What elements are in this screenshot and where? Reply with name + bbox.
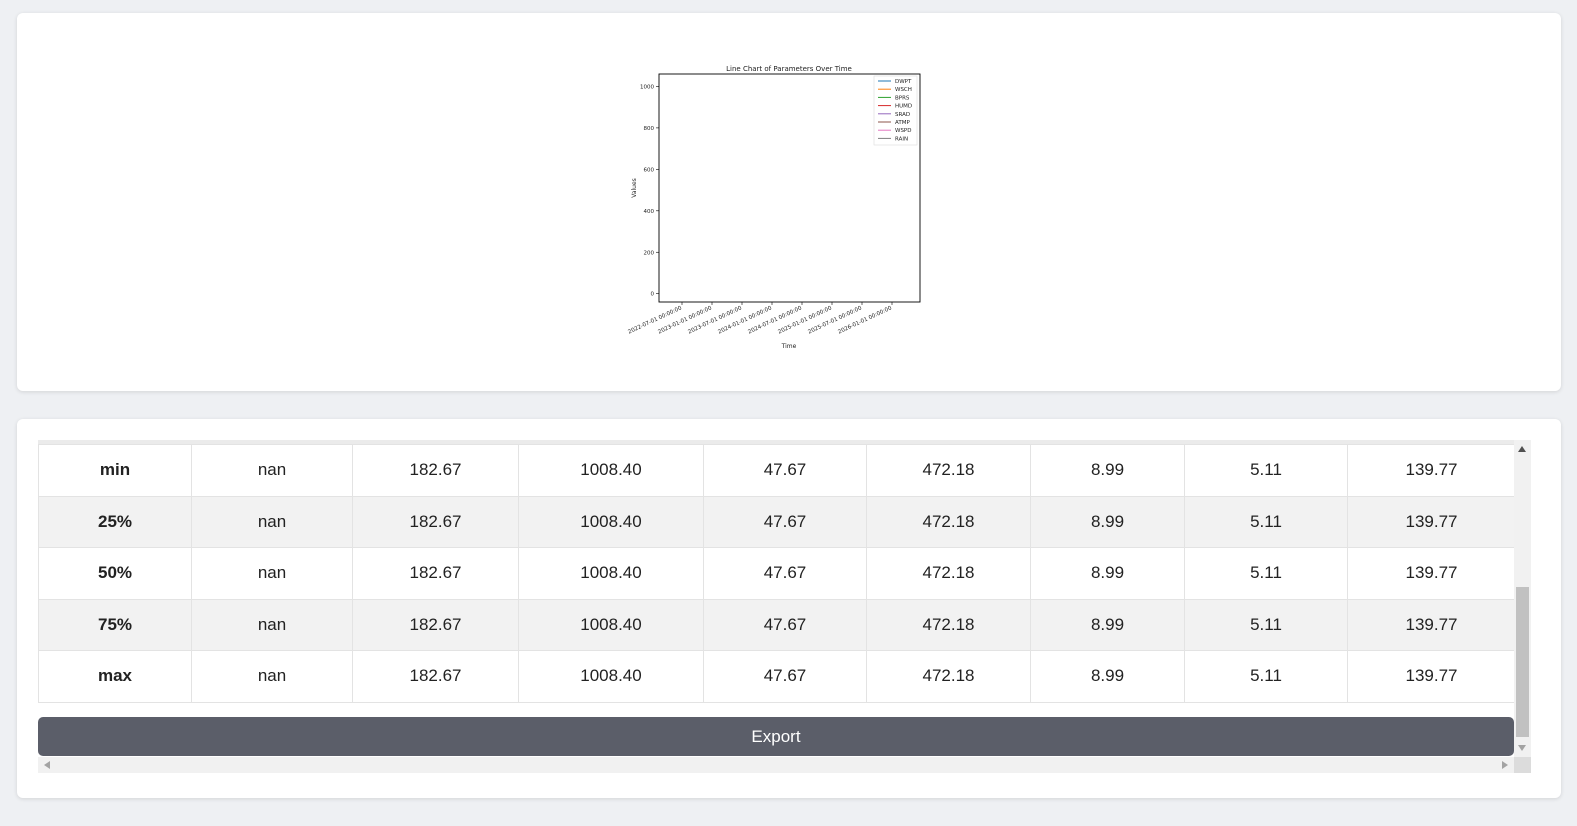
chart-title: Line Chart of Parameters Over Time [726, 65, 852, 73]
table-cell: 472.18 [866, 547, 1031, 600]
table-cell: 182.67 [352, 598, 519, 651]
vertical-scroll-thumb[interactable] [1516, 587, 1529, 737]
y-axis-label: Values [631, 178, 638, 198]
table-cell: 139.77 [1347, 650, 1515, 703]
table-row: 75% nan 182.67 1008.40 47.67 472.18 8.99 5.11 13… [38, 598, 1515, 651]
x-axis-label: Time [781, 343, 797, 350]
table-cell: 47.67 [703, 650, 867, 703]
scrollbar-corner [1514, 757, 1531, 773]
y-tick-label: 600 [644, 167, 655, 173]
row-label: 50% [38, 547, 192, 600]
chart-legend: DWPT WSCH BPRS HUMD SRAD ATMP WSPD RAIN [873, 75, 918, 146]
x-tick-label: 2023-01-01 00:00:00 [657, 305, 713, 335]
table-cell: 8.99 [1030, 444, 1185, 497]
table-cell: 1008.40 [518, 444, 704, 497]
table-cell: 182.67 [352, 650, 519, 703]
legend-label: BPRS [895, 95, 910, 101]
table-cell: 472.18 [866, 444, 1031, 497]
row-label: max [38, 650, 192, 703]
statistics-card: min nan 182.67 1008.40 47.67 472.18 8.99 5.11 13… [17, 419, 1561, 798]
horizontal-scrollbar[interactable] [38, 757, 1514, 773]
x-tick-label: 2026-01-01 00:00:00 [837, 305, 893, 335]
x-tick-label: 2025-01-01 00:00:00 [777, 305, 833, 335]
x-tick-label: 2022-07-01 00:00:00 [627, 305, 683, 335]
table-cell: 1008.40 [518, 650, 704, 703]
x-tick-label: 2024-01-01 00:00:00 [717, 305, 773, 335]
table-row: min nan 182.67 1008.40 47.67 472.18 8.99 5.11 13… [38, 444, 1515, 497]
x-tick-label: 2023-07-01 00:00:00 [687, 305, 743, 335]
statistics-table: min nan 182.67 1008.40 47.67 472.18 8.99 5.11 13… [38, 444, 1515, 703]
table-cell: 8.99 [1030, 547, 1185, 600]
table-cell: 47.67 [703, 444, 867, 497]
legend-label: SRAD [895, 112, 910, 118]
table-cell: 47.67 [703, 547, 867, 600]
table-cell: 47.67 [703, 495, 867, 548]
table-cell: 1008.40 [518, 547, 704, 600]
table-cell: nan [191, 444, 353, 497]
y-tick-label: 1000 [640, 84, 654, 90]
table-row: max nan 182.67 1008.40 47.67 472.18 8.99 5.11 13… [38, 650, 1515, 703]
table-cell: nan [191, 650, 353, 703]
table-cell: 182.67 [352, 547, 519, 600]
table-row: 25% nan 182.67 1008.40 47.67 472.18 8.99 5.11 13… [38, 495, 1515, 548]
legend-label: WSCH [895, 87, 912, 93]
table-cell: 5.11 [1184, 495, 1348, 548]
scroll-down-arrow-icon[interactable] [1518, 745, 1526, 751]
legend-label: WSPD [895, 128, 911, 134]
y-axis: 0 200 400 600 800 1000 [640, 84, 659, 298]
chart-card: Line Chart of Parameters Over Time 0 200 4… [17, 13, 1561, 391]
table-cell: 472.18 [866, 650, 1031, 703]
y-tick-label: 0 [651, 292, 655, 298]
y-tick-label: 800 [644, 126, 655, 132]
table-cell: nan [191, 547, 353, 600]
table-cell: 139.77 [1347, 598, 1515, 651]
table-cell: 5.11 [1184, 444, 1348, 497]
table-cell: 1008.40 [518, 495, 704, 548]
table-cell: 5.11 [1184, 598, 1348, 651]
line-chart: Line Chart of Parameters Over Time 0 200 4… [627, 65, 921, 350]
row-label: 25% [38, 495, 192, 548]
y-tick-label: 400 [644, 209, 655, 215]
scroll-right-arrow-icon[interactable] [1502, 761, 1508, 769]
legend-label: RAIN [895, 136, 908, 142]
table-cell: 8.99 [1030, 598, 1185, 651]
table-cell: nan [191, 598, 353, 651]
row-label: min [38, 444, 192, 497]
table-cell: 5.11 [1184, 547, 1348, 600]
table-cell: 47.67 [703, 598, 867, 651]
x-tick-label: 2025-07-01 00:00:00 [807, 305, 863, 335]
table-cell: 182.67 [352, 444, 519, 497]
table-cell: 139.77 [1347, 444, 1515, 497]
table-cell: 8.99 [1030, 650, 1185, 703]
x-axis: 2022-07-01 00:00:002023-01-01 00:00:0020… [627, 302, 893, 336]
x-tick-label: 2024-07-01 00:00:00 [747, 305, 803, 335]
table-cell: 182.67 [352, 495, 519, 548]
table-cell: 1008.40 [518, 598, 704, 651]
scroll-left-arrow-icon[interactable] [44, 761, 50, 769]
legend-label: ATMP [895, 120, 910, 126]
table-cell: 472.18 [866, 598, 1031, 651]
table-scroll-area[interactable]: min nan 182.67 1008.40 47.67 472.18 8.99 5.11 13… [38, 440, 1515, 757]
table-cell: 5.11 [1184, 650, 1348, 703]
y-tick-label: 200 [644, 250, 655, 256]
row-label: 75% [38, 598, 192, 651]
legend-label: DWPT [895, 79, 912, 85]
export-button[interactable]: Export [38, 717, 1514, 756]
table-cell: nan [191, 495, 353, 548]
legend-label: HUMD [895, 104, 912, 110]
table-row: 50% nan 182.67 1008.40 47.67 472.18 8.99 5.11 13… [38, 547, 1515, 600]
vertical-scrollbar[interactable] [1514, 440, 1531, 757]
scroll-up-arrow-icon[interactable] [1518, 446, 1526, 452]
table-cell: 139.77 [1347, 495, 1515, 548]
table-cell: 139.77 [1347, 547, 1515, 600]
table-cell: 8.99 [1030, 495, 1185, 548]
table-cell: 472.18 [866, 495, 1031, 548]
